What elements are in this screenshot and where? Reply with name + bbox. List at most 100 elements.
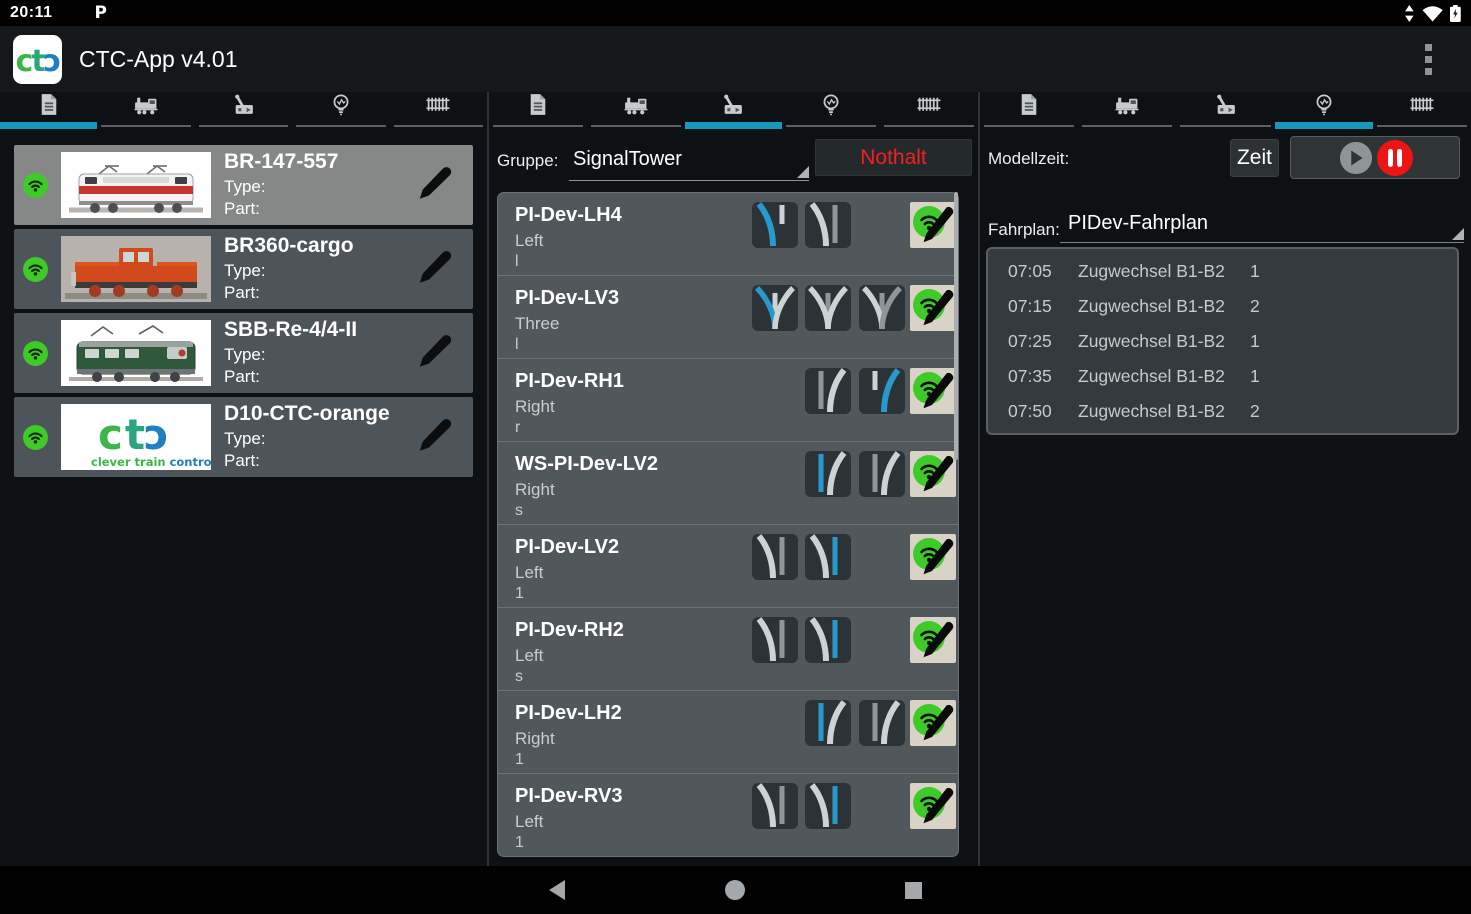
wifi-edit-button[interactable] [910,368,956,414]
back-button[interactable] [549,880,565,900]
tab-tracks[interactable] [390,92,487,129]
logo-letter-c: c [16,40,32,84]
overflow-menu-button[interactable] [1419,38,1438,81]
app-bar: ctɔ CTC-App v4.01 [0,26,1471,92]
pause-button[interactable] [1376,139,1414,177]
turnout-state-button[interactable] [805,368,851,414]
locomotive-info: D10-CTC-orange Type: Part: [224,402,390,473]
track-icon [914,92,944,122]
wifi-edit-button[interactable] [910,700,956,746]
turnout-state-button[interactable] [805,534,851,580]
group-dropdown[interactable]: SignalTower [569,139,809,181]
status-bar: 20:11 P [0,0,1471,26]
turnout-state-button[interactable] [859,700,905,746]
turnout-state-button[interactable] [805,202,851,248]
locomotive-icon [621,92,651,122]
edit-locomotive-button[interactable] [413,249,453,289]
schedule-time: 07:25 [1008,331,1078,352]
schedule-row[interactable]: 07:50 Zugwechsel B1-B2 2 [988,394,1457,429]
wifi-edit-button[interactable] [910,783,956,829]
turnout-state-button[interactable] [859,368,905,414]
schedule-dropdown[interactable]: PIDev-Fahrplan [1060,205,1464,243]
turnout-name: PI-Dev-LH2 [515,702,622,725]
locomotive-card[interactable]: BR360-cargo Type: Part: [14,229,473,309]
turnout-state-button[interactable] [859,451,905,497]
tab-inventory[interactable] [489,92,587,129]
tab-signals[interactable] [292,92,389,129]
wifi-edit-button[interactable] [910,534,956,580]
tab-signals[interactable] [782,92,880,129]
locomotive-info: SBB-Re-4/4-II Type: Part: [224,318,357,389]
tab-inventory[interactable] [0,92,97,129]
turnout-row[interactable]: WS-PI-Dev-LV2 Right s [498,442,958,525]
schedule-row[interactable]: 07:25 Zugwechsel B1-B2 1 [988,324,1457,359]
schedule-event: Zugwechsel B1-B2 [1078,296,1250,317]
turnout-state-button[interactable] [752,617,798,663]
turnout-state-button[interactable] [805,451,851,497]
turnout-state-button[interactable] [752,534,798,580]
group-row: Gruppe: SignalTower Nothalt [497,137,972,185]
logo-letter-t: t [31,40,43,84]
schedule-row[interactable]: 07:35 Zugwechsel B1-B2 1 [988,359,1457,394]
tab-locomotives[interactable] [587,92,685,129]
schedule-event: Zugwechsel B1-B2 [1078,331,1250,352]
ctc-app-screen: 20:11 P ctɔ CTC-App v4.01 [0,0,1471,914]
signal-lamp-icon [816,92,846,122]
turnout-row[interactable]: PI-Dev-LH2 Right 1 [498,691,958,774]
emergency-stop-button[interactable]: Nothalt [815,139,972,176]
play-button[interactable] [1339,141,1373,175]
home-button[interactable] [725,880,745,900]
turnout-state-button[interactable] [752,783,798,829]
turnout-code: 1 [515,751,524,769]
turnout-row[interactable]: PI-Dev-LH4 Left l [498,193,958,276]
tab-locomotives[interactable] [97,92,194,129]
time-button[interactable]: Zeit [1230,139,1279,177]
scrollbar[interactable] [954,192,958,460]
turnout-row[interactable]: PI-Dev-LV2 Left 1 [498,525,958,608]
turnout-row[interactable]: PI-Dev-RH2 Left s [498,608,958,691]
tab-turnouts[interactable] [1176,92,1274,129]
locomotive-card[interactable]: ctɔclever train control D10-CTC-orange T… [14,397,473,477]
turnout-state-button[interactable] [752,202,798,248]
turnout-state-button[interactable] [859,285,905,331]
locomotive-type-label: Type: [224,176,338,198]
turnout-row[interactable]: PI-Dev-RV3 Left 1 [498,774,958,857]
signal-lamp-icon [1309,92,1339,122]
document-icon [34,92,64,122]
tab-turnouts[interactable] [685,92,783,129]
wifi-edit-button[interactable] [910,202,956,248]
edit-locomotive-button[interactable] [413,417,453,457]
turnouts-panel: Gruppe: SignalTower Nothalt PI-Dev-LH4 L… [489,92,978,866]
edit-locomotive-button[interactable] [413,333,453,373]
tab-signals[interactable] [1275,92,1373,129]
turnout-lever-icon [718,92,748,122]
left-tab-bar [0,92,487,129]
locomotive-card[interactable]: SBB-Re-4/4-II Type: Part: [14,313,473,393]
edit-locomotive-button[interactable] [413,165,453,205]
turnout-state-button[interactable] [805,700,851,746]
wifi-edit-button[interactable] [910,285,956,331]
schedule-row[interactable]: 07:15 Zugwechsel B1-B2 2 [988,289,1457,324]
locomotive-icon [1112,92,1142,122]
tab-tracks[interactable] [1373,92,1471,129]
tab-inventory[interactable] [980,92,1078,129]
locomotive-card[interactable]: BR-147-557 Type: Part: [14,145,473,225]
turnout-state-button[interactable] [805,285,851,331]
turnout-kind: Three [515,314,559,334]
wifi-edit-button[interactable] [910,617,956,663]
tab-locomotives[interactable] [1078,92,1176,129]
turnout-row[interactable]: PI-Dev-LV3 Three l [498,276,958,359]
schedule-row[interactable]: 07:05 Zugwechsel B1-B2 1 [988,254,1457,289]
tab-turnouts[interactable] [195,92,292,129]
turnout-state-button[interactable] [805,783,851,829]
turnout-state-button[interactable] [752,285,798,331]
group-selected-value: SignalTower [569,139,809,179]
turnout-row[interactable]: PI-Dev-RH1 Right r [498,359,958,442]
wifi-connected-icon [23,341,48,366]
turnout-state-button[interactable] [805,617,851,663]
wifi-edit-button[interactable] [910,451,956,497]
logo-letter-open-c: ɔ [44,40,60,84]
recents-button[interactable] [905,882,922,899]
locomotive-list-area: BR-147-557 Type: Part: BR360-cargo Type: [0,129,487,866]
tab-tracks[interactable] [880,92,978,129]
